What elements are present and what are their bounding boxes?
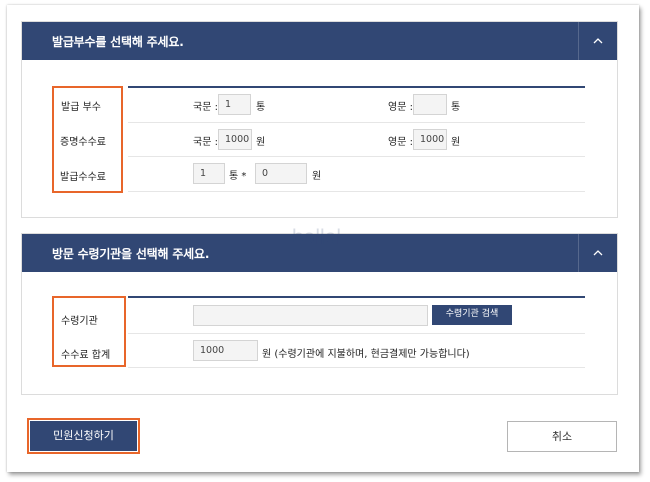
chevron-up-icon[interactable] [592,36,604,46]
cert-fee-domestic-input: 1000 [218,129,252,150]
issue-count-unit: 통 * [229,171,247,182]
copies-english-label: 영문 : [388,102,413,113]
copies-unit: 통 [256,102,266,113]
cancel-button[interactable]: 취소 [507,421,617,452]
row-divider [128,367,585,368]
header-divider [578,234,579,272]
cert-fee-domestic-label: 국문 : [193,137,218,148]
row-divider [128,122,585,123]
issue-fee-unit: 원 [312,171,322,182]
row-divider [128,156,585,157]
total-fee-note: 원 (수령기관에 지불하며, 현금결제만 가능합니다) [262,349,470,360]
total-fee-input: 1000 [193,340,258,361]
cert-fee-english-unit: 원 [451,137,461,148]
institution-table-top-rule [128,296,585,298]
institution-panel-title: 방문 수령기관을 선택해 주세요. [52,247,210,261]
highlight-box [52,296,126,367]
apply-button[interactable]: 민원신청하기 [30,421,137,451]
row-divider [128,191,585,192]
cert-fee-english-label: 영문 : [388,137,413,148]
issue-fee-input: 0 [255,163,307,184]
watermark: ballal [292,226,342,249]
issue-count-input: 1 [193,163,225,184]
copies-table-top-rule [128,86,585,88]
chevron-up-icon[interactable] [592,248,604,258]
copies-domestic-input[interactable]: 1 [218,94,251,115]
cert-fee-english-input: 1000 [413,129,447,150]
row-divider [128,333,585,334]
copies-panel-title: 발급부수를 선택해 주세요. [52,35,184,49]
header-divider [578,22,579,60]
highlight-box [52,86,123,193]
copies-english-unit: 통 [451,102,461,113]
cert-fee-unit: 원 [256,137,266,148]
institution-input [193,305,428,326]
copies-panel-header: 발급부수를 선택해 주세요. [22,22,617,60]
institution-search-button[interactable]: 수령기관 검색 [432,305,512,325]
copies-domestic-label: 국문 : [193,102,218,113]
copies-english-input[interactable] [413,94,447,115]
